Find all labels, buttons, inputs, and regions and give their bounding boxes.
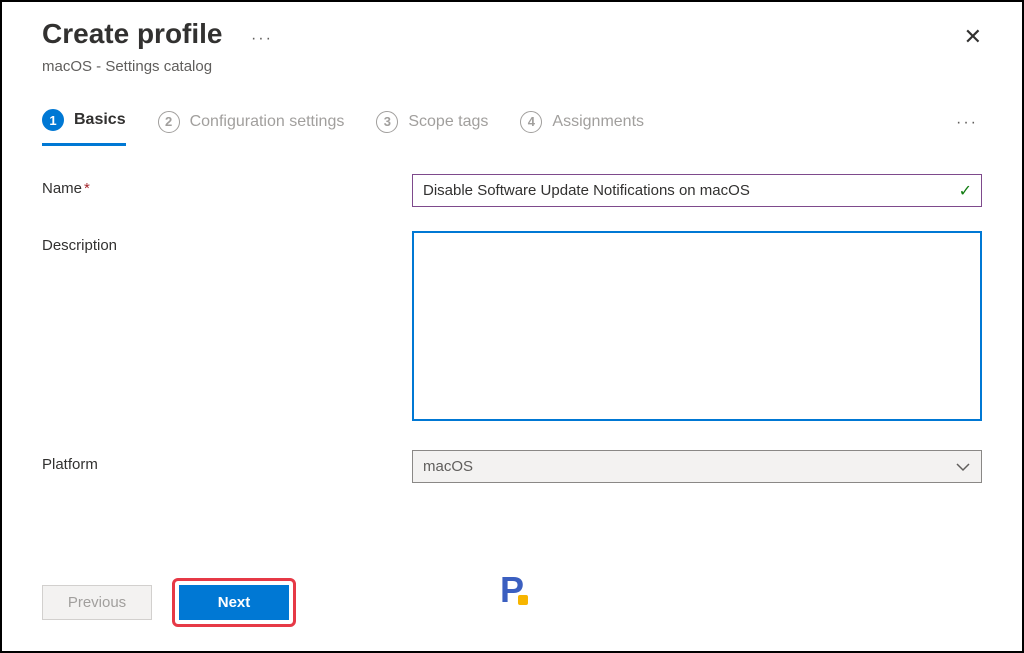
tab-step-number: 2 bbox=[158, 111, 180, 133]
header-more-icon[interactable]: ··· bbox=[251, 30, 273, 48]
name-control: ✓ bbox=[412, 174, 982, 207]
header: Create profile ··· ✕ bbox=[2, 2, 1022, 58]
tab-step-number: 4 bbox=[520, 111, 542, 133]
form: Name* ✓ Description Platform macOS bbox=[2, 146, 1022, 483]
description-control bbox=[412, 231, 982, 426]
page-subtitle: macOS - Settings catalog bbox=[2, 58, 1022, 99]
watermark-logo-icon: P bbox=[500, 569, 524, 611]
wizard-tabs: 1 Basics 2 Configuration settings 3 Scop… bbox=[2, 99, 1022, 146]
tab-step-number: 3 bbox=[376, 111, 398, 133]
tab-configuration-settings[interactable]: 2 Configuration settings bbox=[158, 101, 345, 145]
description-input[interactable] bbox=[412, 231, 982, 421]
watermark: P bbox=[500, 569, 524, 611]
page-title: Create profile bbox=[42, 18, 223, 50]
checkmark-icon: ✓ bbox=[959, 181, 972, 201]
tab-label: Configuration settings bbox=[190, 113, 345, 131]
tab-label: Basics bbox=[74, 111, 126, 129]
tab-assignments[interactable]: 4 Assignments bbox=[520, 101, 644, 145]
required-asterisk: * bbox=[84, 180, 90, 197]
platform-select[interactable]: macOS bbox=[412, 450, 982, 483]
tab-basics[interactable]: 1 Basics bbox=[42, 99, 126, 146]
name-label: Name* bbox=[42, 174, 412, 197]
next-highlight: Next bbox=[172, 578, 296, 627]
tab-scope-tags[interactable]: 3 Scope tags bbox=[376, 101, 488, 145]
previous-button[interactable]: Previous bbox=[42, 585, 152, 620]
close-icon[interactable]: ✕ bbox=[964, 24, 982, 50]
tabs-more-icon[interactable]: ··· bbox=[956, 114, 982, 132]
form-row-platform: Platform macOS bbox=[42, 450, 982, 483]
tab-label: Assignments bbox=[552, 113, 644, 131]
form-row-description: Description bbox=[42, 231, 982, 426]
footer: Previous Next bbox=[42, 578, 296, 627]
platform-label: Platform bbox=[42, 450, 412, 473]
next-button[interactable]: Next bbox=[179, 585, 289, 620]
description-label: Description bbox=[42, 231, 412, 254]
dialog-container: Create profile ··· ✕ macOS - Settings ca… bbox=[2, 2, 1022, 651]
tab-step-number: 1 bbox=[42, 109, 64, 131]
platform-control: macOS bbox=[412, 450, 982, 483]
form-row-name: Name* ✓ bbox=[42, 174, 982, 207]
name-input[interactable] bbox=[412, 174, 982, 207]
tab-label: Scope tags bbox=[408, 113, 488, 131]
